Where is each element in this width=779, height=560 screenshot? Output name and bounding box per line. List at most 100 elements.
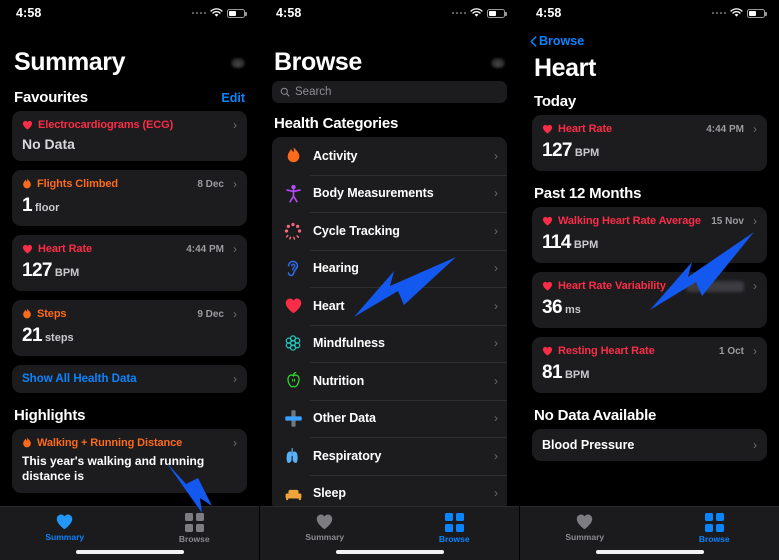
- back-button[interactable]: Browse: [520, 32, 779, 48]
- heart-card-heart-rate[interactable]: Heart Rate 4:44 PM › 127 BPM: [532, 115, 767, 171]
- summary-title-row: Summary: [0, 48, 259, 77]
- card-meta: 9 Dec: [197, 308, 224, 320]
- tab-browse[interactable]: Browse: [130, 513, 260, 544]
- card-value: 127 BPM: [22, 260, 237, 282]
- tab-summary[interactable]: Summary: [0, 513, 130, 542]
- heart-icon: [542, 216, 553, 226]
- card-header: Walking + Running Distance ›: [22, 437, 237, 449]
- tab-label: Summary: [305, 532, 345, 542]
- category-row-body-measurements[interactable]: Body Measurements ›: [272, 174, 507, 213]
- card-number: 36: [542, 297, 563, 318]
- chevron-right-icon: ›: [233, 242, 237, 256]
- tab-summary[interactable]: Summary: [260, 513, 390, 542]
- card-number: 127: [22, 260, 53, 281]
- category-label: Respiratory: [313, 448, 382, 463]
- favourite-card-heart-rate[interactable]: Heart Rate 4:44 PM › 127 BPM: [12, 235, 247, 291]
- card-number: 81: [542, 362, 563, 383]
- category-label: Heart: [313, 298, 345, 313]
- heart-icon: [22, 244, 33, 254]
- chevron-right-icon: ›: [494, 261, 498, 276]
- nodata-row-blood-pressure[interactable]: Blood Pressure ›: [532, 429, 767, 461]
- category-row-mindfulness[interactable]: Mindfulness ›: [272, 324, 507, 363]
- heart-title-row: Heart: [520, 54, 779, 83]
- heart-icon: [542, 346, 553, 356]
- card-meta: 1 Oct: [718, 345, 744, 357]
- heart-card-resting-heart-rate[interactable]: Resting Heart Rate 1 Oct › 81 BPM: [532, 337, 767, 393]
- tab-label: Summary: [45, 532, 85, 542]
- heart-icon: [22, 120, 33, 130]
- status-indicators: [451, 8, 507, 18]
- section-title-favourites: Favourites: [14, 89, 88, 106]
- card-nodata-text: No Data: [22, 136, 75, 152]
- page-title: Summary: [14, 48, 126, 76]
- chevron-right-icon: ›: [494, 411, 498, 426]
- category-row-other-data[interactable]: Other Data ›: [272, 399, 507, 438]
- card-header: Electrocardiograms (ECG) ›: [22, 119, 237, 131]
- edit-button[interactable]: Edit: [221, 91, 245, 105]
- avatar[interactable]: [231, 57, 245, 68]
- grid-icon: [185, 513, 204, 532]
- card-meta: 8 Dec: [197, 178, 224, 190]
- card-label: Heart Rate Variability: [558, 280, 666, 292]
- category-row-hearing[interactable]: Hearing ›: [272, 249, 507, 288]
- card-number: 114: [542, 232, 571, 253]
- tab-label: Summary: [565, 532, 605, 542]
- card-value: 127 BPM: [542, 140, 757, 162]
- today-section-header: Today: [520, 93, 779, 110]
- chevron-right-icon: ›: [753, 279, 757, 293]
- search-bar[interactable]: Search: [272, 81, 507, 103]
- cellular-signal-icon: [191, 11, 206, 15]
- heart-card-walking-heart-rate-average[interactable]: Walking Heart Rate Average 15 Nov › 114 …: [532, 207, 767, 263]
- heart-icon: [317, 514, 333, 530]
- section-title-today: Today: [534, 93, 577, 110]
- category-row-respiratory[interactable]: Respiratory ›: [272, 437, 507, 475]
- avatar[interactable]: [491, 57, 505, 68]
- card-meta: 4:44 PM: [186, 243, 224, 255]
- status-bar-browse: 4:58: [260, 0, 519, 26]
- category-row-activity[interactable]: Activity ›: [272, 137, 507, 175]
- card-unit: BPM: [564, 369, 590, 381]
- tab-browse[interactable]: Browse: [390, 513, 520, 544]
- highlight-description: This year's walking and running distance…: [22, 454, 205, 483]
- heart-card-heart-rate-variability[interactable]: Heart Rate Variability › 36 ms: [532, 272, 767, 328]
- category-row-cycle-tracking[interactable]: Cycle Tracking ›: [272, 212, 507, 250]
- cellular-signal-icon: [451, 11, 466, 15]
- category-row-nutrition[interactable]: Nutrition ›: [272, 362, 507, 400]
- chevron-right-icon: ›: [233, 436, 237, 450]
- category-label: Sleep: [313, 486, 346, 501]
- flame-icon: [282, 145, 304, 167]
- grid-icon: [705, 513, 724, 532]
- category-row-heart[interactable]: Heart ›: [272, 287, 507, 325]
- show-all-health-data-button[interactable]: Show All Health Data ›: [12, 365, 247, 393]
- grid-icon: [445, 513, 464, 532]
- heart-icon: [577, 514, 593, 530]
- status-bar-summary: 4:58: [0, 0, 259, 26]
- card-label: Heart Rate: [38, 243, 93, 255]
- chevron-right-icon: ›: [494, 486, 498, 501]
- favourite-card-ecg[interactable]: Electrocardiograms (ECG) › No Data: [12, 111, 247, 161]
- tab-bar-heart: Summary Browse: [520, 506, 779, 560]
- browse-title-row: Browse: [260, 48, 519, 77]
- card-number: 127: [542, 140, 573, 161]
- card-meta: 4:44 PM: [706, 123, 744, 135]
- card-label: Steps: [37, 308, 67, 320]
- highlight-card-walking-running-distance[interactable]: Walking + Running Distance › This year's…: [12, 429, 247, 493]
- chevron-right-icon: ›: [494, 298, 498, 313]
- card-value: 21 steps: [22, 325, 237, 347]
- card-unit: steps: [44, 332, 74, 344]
- card-label: Walking Heart Rate Average: [558, 215, 701, 227]
- chevron-left-icon: [530, 35, 537, 47]
- favourite-card-flights-climbed[interactable]: Flights Climbed 8 Dec › 1 floor: [12, 170, 247, 226]
- card-header: Heart Rate 4:44 PM ›: [542, 123, 757, 135]
- tab-label: Browse: [438, 533, 470, 544]
- chevron-right-icon: ›: [233, 307, 237, 321]
- chevron-right-icon: ›: [494, 148, 498, 163]
- wifi-icon: [730, 8, 743, 18]
- tab-browse[interactable]: Browse: [650, 513, 779, 544]
- card-meta: 15 Nov: [711, 215, 744, 227]
- tab-summary[interactable]: Summary: [520, 513, 650, 542]
- tab-bar-browse: Summary Browse: [260, 506, 519, 560]
- favourite-card-steps[interactable]: Steps 9 Dec › 21 steps: [12, 300, 247, 356]
- panel-summary: 4:58 Summary Favourites Edit Electrocard…: [0, 0, 259, 560]
- tab-label: Browse: [178, 533, 210, 544]
